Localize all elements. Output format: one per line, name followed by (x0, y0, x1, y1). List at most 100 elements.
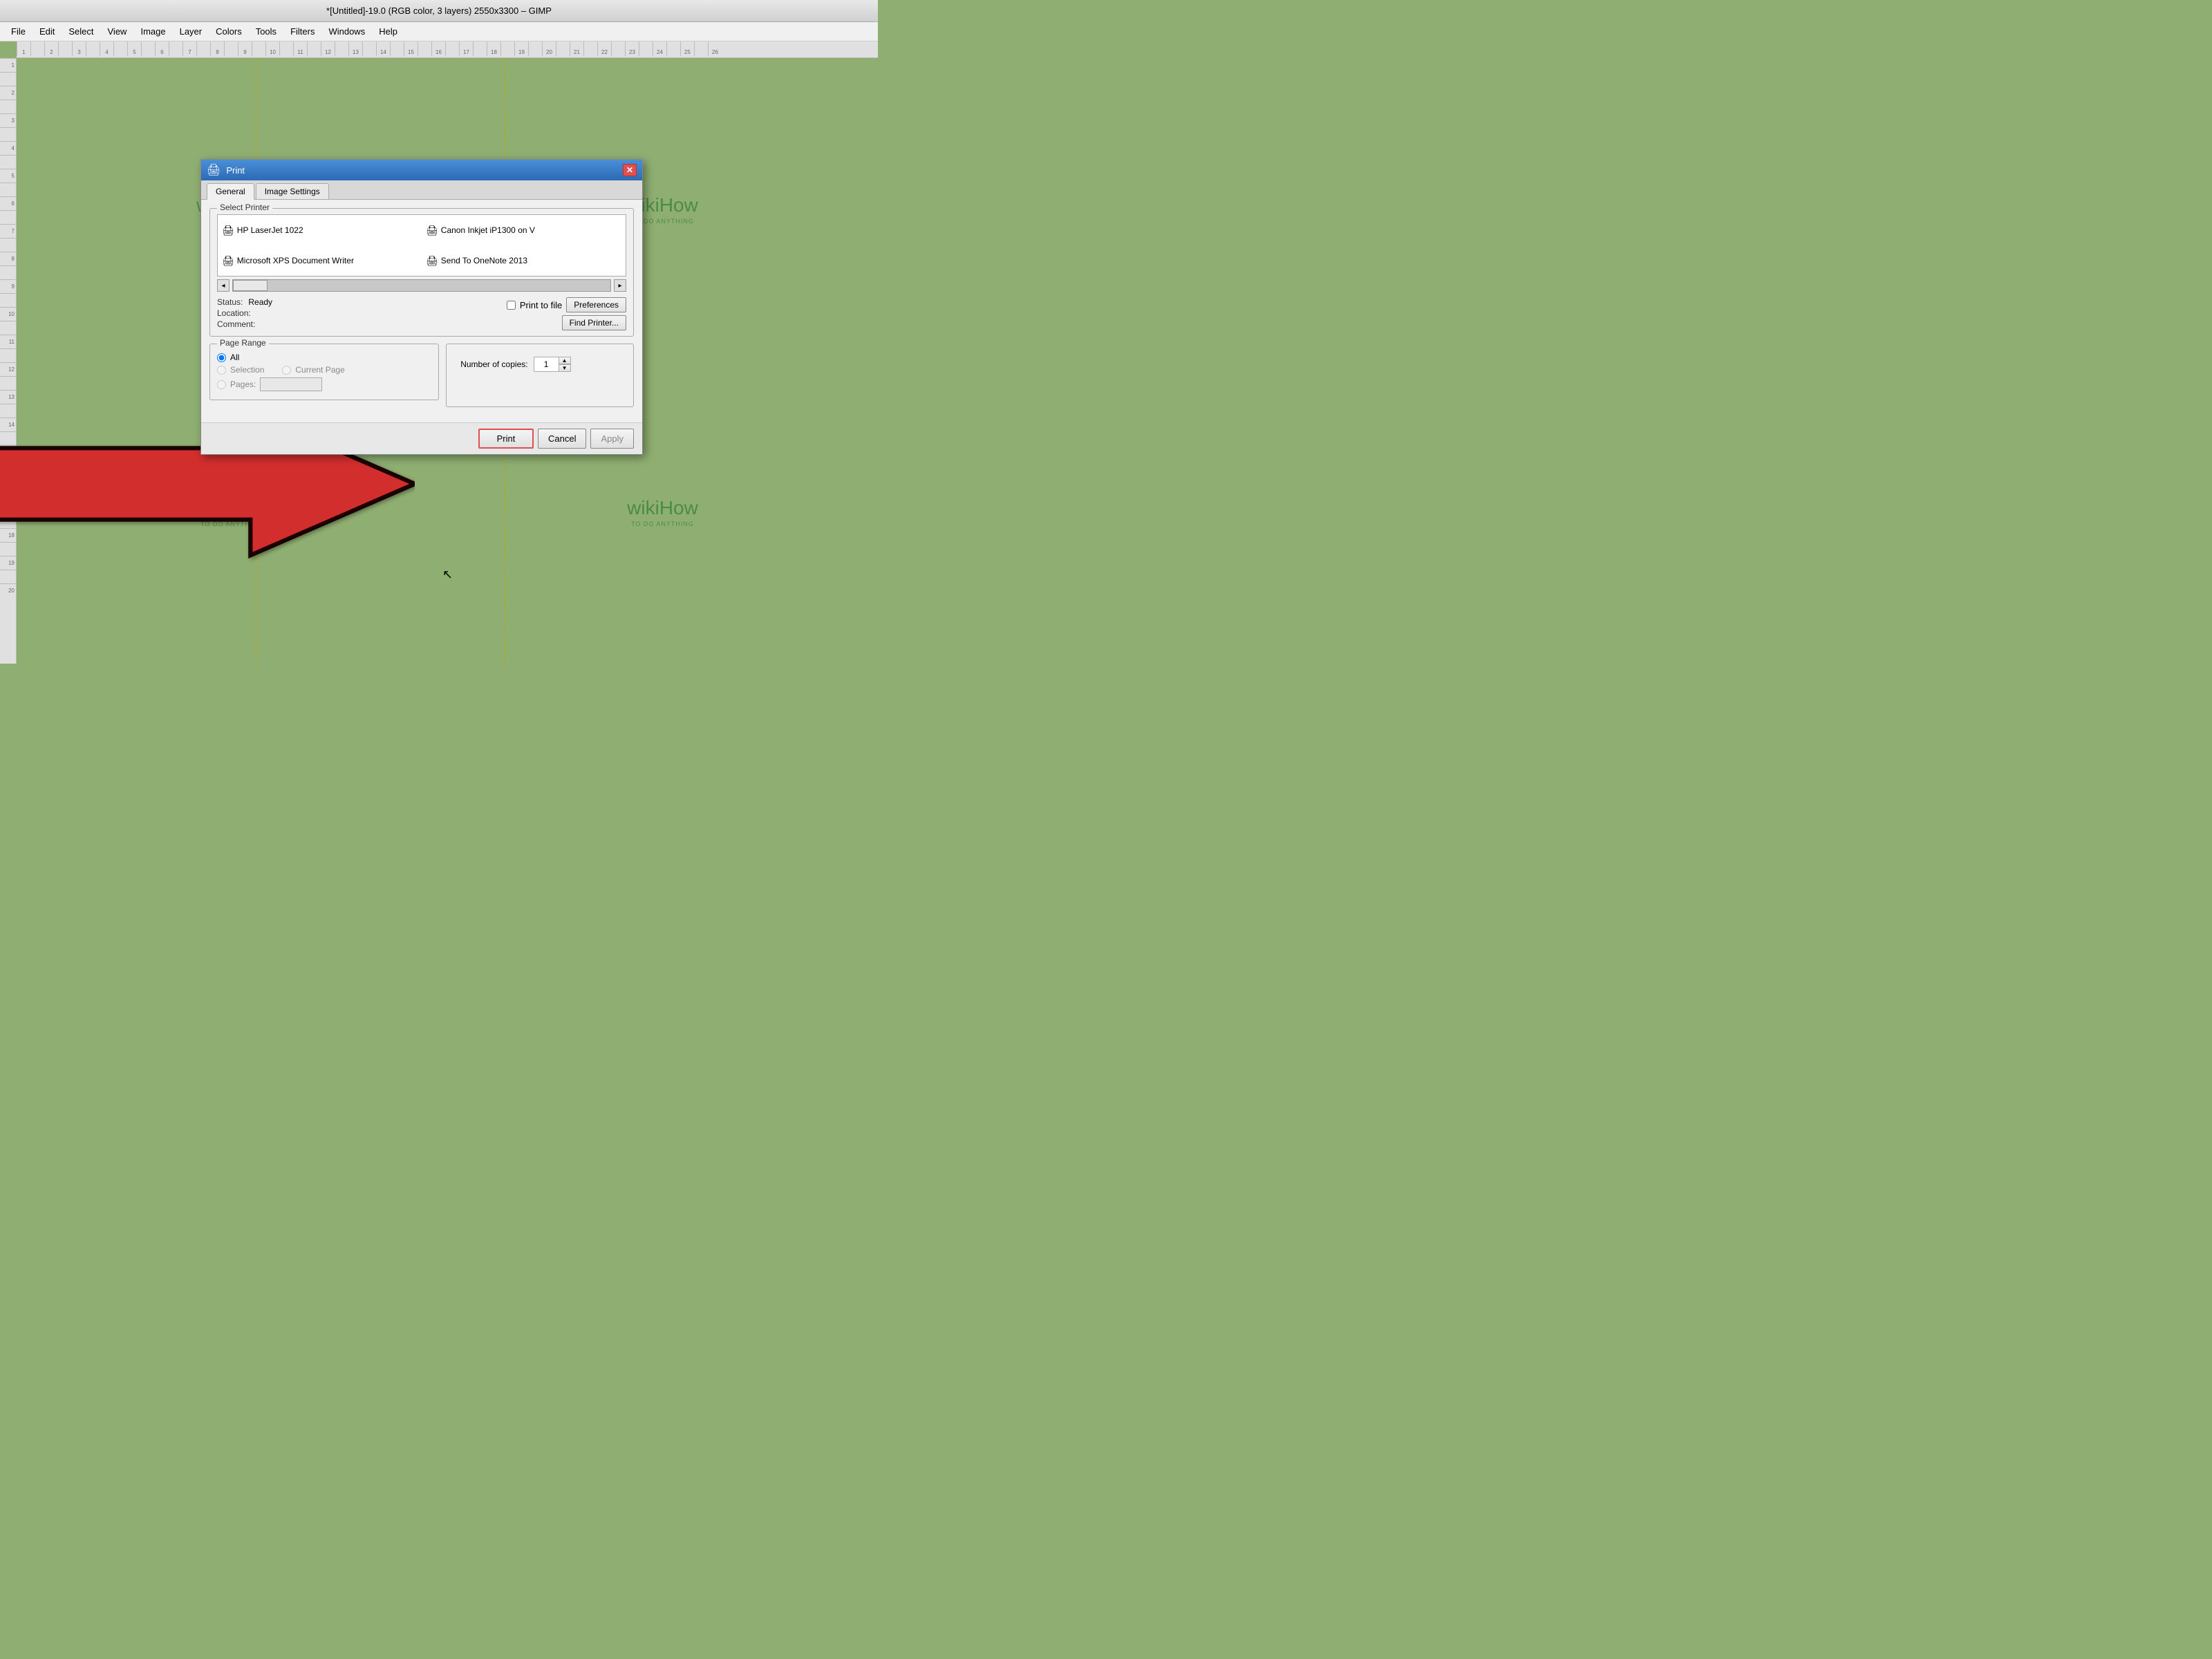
ruler-tick: 24 (653, 41, 666, 56)
tab-image-settings[interactable]: Image Settings (256, 183, 329, 199)
printer-list: 🖨 HP LaserJet 1022 🖨 Canon Inkjet iP1300… (217, 214, 626, 276)
dialog-title-left: 🖨 Print (207, 163, 245, 177)
menu-select[interactable]: Select (63, 25, 99, 38)
ruler-tick-h (0, 182, 16, 196)
status-value: Ready (248, 297, 272, 307)
dialog-footer: Print Cancel Apply (201, 422, 642, 454)
ruler-tick-h: 10 (0, 307, 16, 321)
printer-icon-canon: 🖨 (426, 225, 438, 236)
printer-scrollbar: ◂ ▸ (217, 279, 626, 292)
ruler-tick (30, 41, 44, 56)
ruler-tick: 16 (431, 41, 445, 56)
menu-colors[interactable]: Colors (210, 25, 247, 38)
printer-name-hp: HP LaserJet 1022 (237, 225, 303, 235)
printer-item-canon[interactable]: 🖨 Canon Inkjet iP1300 on V (422, 215, 626, 245)
find-printer-button[interactable]: Find Printer... (562, 315, 626, 330)
ruler-tick (362, 41, 376, 56)
ruler-tick-h: 11 (0, 335, 16, 348)
copies-label: Number of copies: (460, 359, 527, 369)
ruler-tick-h: 3 (0, 113, 16, 127)
ruler-tick (418, 41, 431, 56)
preferences-button[interactable]: Preferences (566, 297, 626, 312)
apply-button[interactable]: Apply (590, 429, 634, 449)
ruler-tick-h: 4 (0, 141, 16, 155)
printer-item-hp[interactable]: 🖨 HP LaserJet 1022 (218, 215, 422, 245)
radio-current-page[interactable] (282, 366, 291, 375)
status-right-col: Print to file Preferences Find Printer..… (507, 297, 626, 330)
menu-help[interactable]: Help (373, 25, 403, 38)
ruler-tick: 26 (708, 41, 722, 56)
cancel-button[interactable]: Cancel (538, 429, 586, 449)
ruler-tick (528, 41, 542, 56)
radio-selection[interactable] (217, 366, 226, 375)
scroll-thumb[interactable] (233, 280, 268, 291)
printer-item-xps[interactable]: 🖨 Microsoft XPS Document Writer (218, 245, 422, 276)
pages-input[interactable] (260, 377, 322, 391)
ruler-tick (279, 41, 293, 56)
menu-layer[interactable]: Layer (174, 25, 208, 38)
ruler-tick-h (0, 210, 16, 224)
printer-item-onenote[interactable]: 🖨 Send To OneNote 2013 (422, 245, 626, 276)
menu-file[interactable]: File (6, 25, 31, 38)
radio-pages[interactable] (217, 380, 226, 389)
page-range-group: Page Range All Selection (209, 344, 439, 400)
menu-tools[interactable]: Tools (250, 25, 282, 38)
ruler-tick-h (0, 72, 16, 86)
radio-all-row: All (217, 353, 431, 362)
ruler-tick: 12 (321, 41, 335, 56)
printer-icon-onenote: 🖨 (426, 255, 438, 267)
menu-windows[interactable]: Windows (323, 25, 371, 38)
ruler-tick (113, 41, 127, 56)
ruler-tick-h (0, 348, 16, 362)
ruler-tick: 20 (542, 41, 556, 56)
ruler-tick-h: 9 (0, 279, 16, 293)
print-button[interactable]: Print (478, 429, 534, 449)
ruler-tick: 7 (182, 41, 196, 56)
scroll-right-button[interactable]: ▸ (614, 279, 626, 292)
comment-row: Comment: (217, 319, 272, 329)
dialog-printer-icon: 🖨 (207, 163, 221, 177)
ruler-tick (500, 41, 514, 56)
wiki-bold-4: wiki (627, 497, 659, 518)
select-printer-group: Select Printer 🖨 HP LaserJet 1022 🖨 Cano… (209, 208, 634, 337)
dialog-close-button[interactable]: ✕ (623, 164, 637, 176)
ruler-tick: 13 (348, 41, 362, 56)
printer-name-canon: Canon Inkjet iP1300 on V (441, 225, 535, 235)
radio-pages-row: Pages: (217, 377, 431, 391)
menu-filters[interactable]: Filters (285, 25, 320, 38)
scroll-left-button[interactable]: ◂ (217, 279, 229, 292)
radio-current-page-label: Current Page (295, 365, 344, 375)
ruler-tick: 17 (459, 41, 473, 56)
ruler-tick: 23 (625, 41, 639, 56)
menu-image[interactable]: Image (135, 25, 171, 38)
scroll-track[interactable] (232, 279, 611, 292)
ruler-tick: 3 (72, 41, 86, 56)
ruler-tick (473, 41, 487, 56)
ruler-tick-h: 12 (0, 362, 16, 376)
select-printer-label: Select Printer (217, 203, 272, 212)
ruler-tick (583, 41, 597, 56)
menu-view[interactable]: View (102, 25, 133, 38)
ruler-tick: 18 (487, 41, 500, 56)
ruler-tick (611, 41, 625, 56)
status-label: Status: (217, 297, 243, 307)
ruler-tick (58, 41, 72, 56)
ruler-tick (390, 41, 404, 56)
comment-label: Comment: (217, 319, 255, 329)
printer-icon-xps: 🖨 (222, 255, 234, 267)
how-normal-4: How (659, 497, 698, 518)
how-normal-2: How (659, 194, 698, 216)
location-label: Location: (217, 308, 251, 318)
spinner-down-button[interactable]: ▼ (559, 364, 571, 372)
copies-input[interactable] (534, 357, 559, 372)
menu-bar: File Edit Select View Image Layer Colors… (0, 22, 878, 41)
tab-general[interactable]: General (207, 183, 254, 200)
radio-all[interactable] (217, 353, 226, 362)
print-to-file-checkbox[interactable] (507, 301, 516, 310)
canvas-area: 1 2 3 4 5 6 7 8 9 10 11 (0, 41, 878, 664)
printer-icon-hp: 🖨 (222, 225, 234, 236)
spinner-up-button[interactable]: ▲ (559, 357, 571, 364)
ruler-tick-h: 6 (0, 196, 16, 210)
ruler-tick: 5 (127, 41, 141, 56)
menu-edit[interactable]: Edit (34, 25, 60, 38)
